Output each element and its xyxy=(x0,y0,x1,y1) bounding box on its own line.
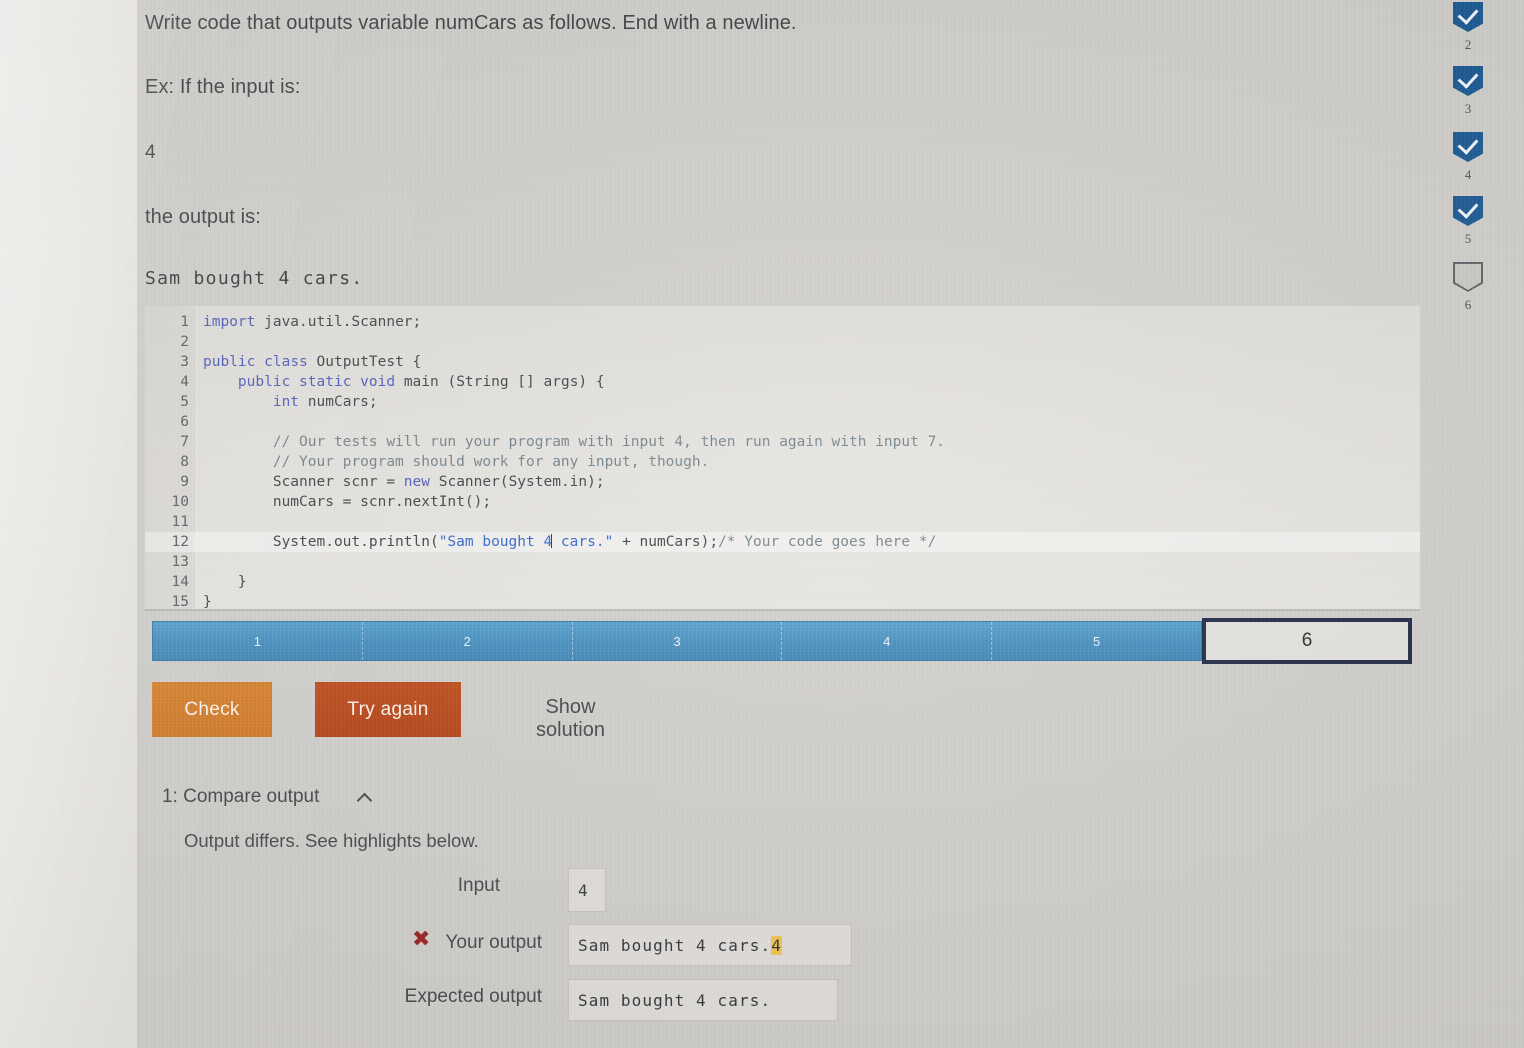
your-output-text: Sam bought 4 cars. xyxy=(578,935,772,955)
line-text: int numCars; xyxy=(272,394,378,410)
expected-output-value-box: Sam bought 4 cars. xyxy=(568,979,838,1021)
main-content: Write code that outputs variable numCars… xyxy=(140,0,1430,1048)
progress-segment[interactable]: 4 xyxy=(782,622,993,660)
line-number: 3 xyxy=(180,354,189,370)
line-text: numCars = scnr.nextInt(); xyxy=(203,494,492,510)
sidebar-step-number: 4 xyxy=(1464,167,1472,182)
check-badge-icon xyxy=(1453,196,1483,226)
sidebar-step-number: 6 xyxy=(1464,297,1472,312)
progress-completed-track[interactable]: 12345 xyxy=(152,621,1202,661)
line-number: 4 xyxy=(180,374,189,390)
page-left-margin xyxy=(0,0,140,1048)
prompt-output-intro: the output is: xyxy=(145,206,261,228)
line-text: import java.util.Scanner; xyxy=(203,314,422,330)
line-text: // Our tests will run your program with … xyxy=(203,434,946,450)
code-line[interactable]: 3 public class OutputTest { xyxy=(145,352,1420,372)
line-text: Scanner scnr = new Scanner(System.in); xyxy=(203,474,605,490)
input-value-box: 4 xyxy=(568,868,606,912)
line-number: 2 xyxy=(180,334,189,350)
code-line[interactable]: 12 System.out.println("Sam bought 4 cars… xyxy=(145,532,1420,552)
line-number: 14 xyxy=(171,574,189,590)
progress-segment[interactable]: 3 xyxy=(572,622,783,660)
compare-output-header[interactable]: 1: Compare output xyxy=(162,786,319,808)
line-number: 10 xyxy=(171,494,189,510)
line-number: 8 xyxy=(180,454,189,470)
output-differs-message: Output differs. See highlights below. xyxy=(184,830,479,851)
code-line[interactable]: 11 xyxy=(145,512,1420,532)
try-again-button[interactable]: Try again xyxy=(315,682,461,737)
sidebar-step-2[interactable]: 2 xyxy=(1446,2,1490,53)
progress-current-step[interactable]: 6 xyxy=(1202,618,1412,664)
code-line[interactable]: 6 xyxy=(145,412,1420,432)
sidebar-step-number: 5 xyxy=(1464,231,1472,246)
prompt-instruction: Write code that outputs variable numCars… xyxy=(145,12,797,34)
line-number: 6 xyxy=(180,414,189,430)
line-number: 11 xyxy=(171,514,189,530)
check-badge-icon xyxy=(1453,66,1483,96)
code-line[interactable]: 4 public static void main (String [] arg… xyxy=(145,372,1420,392)
input-label: Input xyxy=(457,875,500,896)
your-output-highlight: 4 xyxy=(771,935,782,955)
check-icon xyxy=(1457,67,1479,89)
activity-progress-bar[interactable]: 12345 6 xyxy=(152,618,1412,664)
sidebar-step-4[interactable]: 4 xyxy=(1446,132,1490,183)
check-icon xyxy=(1457,197,1479,219)
progress-segment[interactable]: 5 xyxy=(992,622,1201,660)
your-output-value-box: Sam bought 4 cars. 4 xyxy=(568,924,852,966)
code-editor[interactable]: 1 import java.util.Scanner; 2 3 public class… xyxy=(145,306,1420,611)
activity-sidebar: 2 3 4 5 6 xyxy=(1430,0,1524,1048)
code-line[interactable]: 7 // Our tests will run your program wit… xyxy=(145,432,1420,452)
code-line[interactable]: 10 numCars = scnr.nextInt(); xyxy=(145,492,1420,512)
sidebar-step-number: 2 xyxy=(1464,37,1472,52)
check-badge-icon xyxy=(1453,132,1483,162)
line-text: public class OutputTest { xyxy=(203,354,422,370)
sidebar-step-6[interactable]: 6 xyxy=(1446,262,1490,313)
code-line[interactable]: 1 import java.util.Scanner; xyxy=(145,312,1420,332)
line-number: 15 xyxy=(171,594,189,610)
sidebar-step-3[interactable]: 3 xyxy=(1446,66,1490,117)
check-icon xyxy=(1457,133,1479,155)
prompt-example-output: Sam bought 4 cars. xyxy=(145,268,364,289)
sidebar-step-number: 3 xyxy=(1464,101,1472,116)
line-number: 13 xyxy=(171,554,189,570)
expected-output-label: Expected output xyxy=(404,986,542,1007)
line-text: System.out.println("Sam bought 4 cars." … xyxy=(203,534,937,550)
check-button[interactable]: Check xyxy=(152,682,272,737)
progress-segment[interactable]: 1 xyxy=(153,622,363,660)
code-line[interactable]: 15} xyxy=(145,592,1420,610)
empty-badge-icon xyxy=(1453,262,1483,292)
code-line[interactable]: 14 } xyxy=(145,572,1420,592)
line-text: // Your program should work for any inpu… xyxy=(203,454,710,470)
line-number: 12 xyxy=(171,534,189,550)
line-text: } xyxy=(203,594,212,610)
prompt-example-intro: Ex: If the input is: xyxy=(145,76,301,98)
code-line[interactable]: 2 xyxy=(145,332,1420,352)
prompt-example-input: 4 xyxy=(145,142,156,163)
chevron-up-icon[interactable] xyxy=(358,789,374,805)
code-line[interactable]: 9 Scanner scnr = new Scanner(System.in); xyxy=(145,472,1420,492)
line-number: 1 xyxy=(180,314,189,330)
sidebar-step-5[interactable]: 5 xyxy=(1446,196,1490,247)
code-line[interactable]: 5 int numCars; xyxy=(145,392,1420,412)
line-text: public static void main (String [] args)… xyxy=(237,374,605,390)
check-badge-icon xyxy=(1453,2,1483,32)
code-line[interactable]: 13 xyxy=(145,552,1420,572)
your-output-label: Your output xyxy=(445,932,543,953)
line-number: 9 xyxy=(180,474,189,490)
code-line[interactable]: 8 // Your program should work for any in… xyxy=(145,452,1420,472)
show-solution-button[interactable]: Show solution xyxy=(530,695,611,743)
check-icon xyxy=(1457,3,1479,25)
line-number: 7 xyxy=(180,434,189,450)
line-number: 5 xyxy=(180,394,189,410)
line-text: } xyxy=(203,574,247,590)
progress-segment[interactable]: 2 xyxy=(362,622,573,660)
